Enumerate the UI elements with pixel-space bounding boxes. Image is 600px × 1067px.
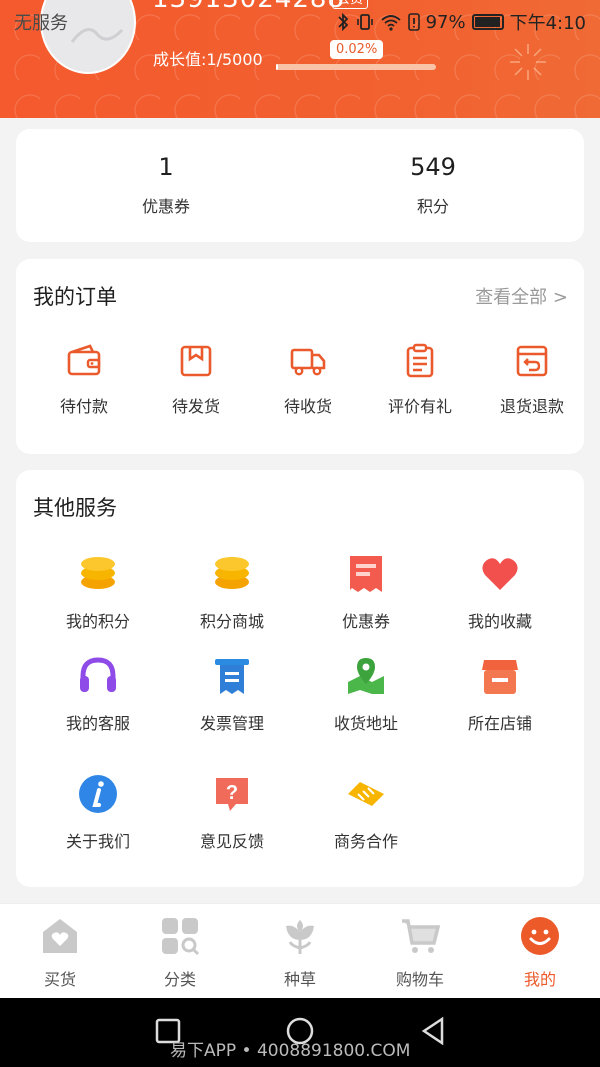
vibrate-icon — [356, 14, 373, 30]
truck-icon — [290, 348, 326, 376]
tab-cart[interactable]: 购物车 — [360, 916, 480, 990]
service-points-mall[interactable]: 积分商城 — [165, 554, 299, 632]
wallet-icon — [67, 344, 101, 376]
service-label: 所在店铺 — [467, 714, 532, 733]
service-label: 收货地址 — [333, 714, 398, 733]
points-count: 549 — [410, 153, 456, 181]
order-item-label: 待发货 — [171, 397, 220, 416]
service-favorites[interactable]: 我的收藏 — [433, 554, 567, 632]
wifi-icon — [380, 15, 401, 31]
coupon-stat[interactable]: 1 优惠券 — [86, 153, 246, 217]
svg-text:?: ? — [226, 782, 238, 804]
tab-buy[interactable]: 买货 — [0, 916, 120, 990]
handshake-icon — [348, 782, 384, 806]
order-refund[interactable]: 退货退款 — [480, 343, 584, 417]
clock: 下午4:10 — [509, 13, 586, 34]
alert-icon — [407, 13, 420, 31]
tab-category[interactable]: 分类 — [120, 916, 240, 990]
orders-card: 我的订单 查看全部 > 待付款 待发货 待收货 评价有礼 退货退款 — [16, 259, 584, 454]
grid-search-icon — [162, 918, 200, 956]
tab-label: 分类 — [163, 970, 196, 989]
coins-icon — [81, 557, 115, 589]
battery-percent: 97% — [425, 11, 466, 33]
service-label: 优惠券 — [341, 612, 390, 631]
growth-percent-tooltip: 0.02% — [330, 40, 384, 59]
heart-icon — [482, 558, 518, 590]
service-label: 发票管理 — [199, 714, 264, 733]
order-pending-shipment[interactable]: 待发货 — [144, 343, 248, 417]
bluetooth-icon — [337, 13, 348, 31]
firework-decoration-icon — [510, 44, 546, 80]
status-bar: 无服务 97% 下午4:10 — [0, 0, 600, 40]
coins-stack-icon — [215, 557, 249, 589]
order-item-label: 待付款 — [59, 397, 108, 416]
order-pending-payment[interactable]: 待付款 — [32, 343, 136, 417]
service-label: 积分商城 — [199, 612, 264, 631]
coupon-icon — [350, 556, 382, 592]
tab-discover[interactable]: 种草 — [240, 916, 360, 990]
map-pin-icon — [348, 658, 384, 694]
service-coupons[interactable]: 优惠券 — [299, 554, 433, 632]
view-all-orders-link[interactable]: 查看全部 > — [475, 283, 568, 309]
services-title: 其他服务 — [33, 496, 117, 520]
points-label: 积分 — [416, 197, 449, 216]
smile-icon — [521, 917, 559, 955]
service-store[interactable]: 所在店铺 — [433, 656, 567, 734]
points-stat[interactable]: 549 积分 — [353, 153, 513, 217]
service-label: 我的客服 — [65, 714, 130, 733]
status-icons: 97% 下午4:10 — [336, 9, 586, 35]
growth-label: 成长值:1/5000 — [153, 50, 263, 69]
service-label: 意见反馈 — [199, 832, 264, 851]
cart-icon — [402, 919, 441, 953]
order-pending-receipt[interactable]: 待收货 — [256, 343, 360, 417]
service-my-points[interactable]: 我的积分 — [31, 554, 165, 632]
watermark: 易下APP • 4008891800.COM — [170, 1041, 411, 1061]
service-about-us[interactable]: 关于我们 — [31, 774, 165, 852]
service-customer-support[interactable]: 我的客服 — [31, 656, 165, 734]
order-item-label: 评价有礼 — [387, 397, 452, 416]
clipboard-icon — [406, 343, 434, 378]
return-box-icon — [516, 345, 548, 377]
bottom-tab-bar: 买货 分类 种草 购物车 我的 — [0, 903, 600, 998]
tab-mine[interactable]: 我的 — [480, 916, 600, 990]
battery-icon — [471, 14, 504, 30]
flower-icon — [286, 920, 314, 954]
back-button-icon[interactable] — [420, 1016, 446, 1046]
profile-header: 13913024288 会员 无服务 97% 下午4:10 成长值:1/5000… — [0, 0, 600, 118]
coupon-label: 优惠券 — [141, 197, 190, 216]
box-icon — [180, 345, 212, 377]
tab-label: 买货 — [43, 970, 76, 989]
tab-label: 购物车 — [395, 970, 444, 989]
order-item-label: 退货退款 — [499, 397, 564, 416]
orders-title: 我的订单 — [33, 285, 117, 309]
growth-progress-bar — [276, 64, 436, 70]
service-label: 我的收藏 — [467, 612, 532, 631]
service-invoice[interactable]: 发票管理 — [165, 656, 299, 734]
growth-progress-fill — [276, 64, 278, 70]
stats-card: 1 优惠券 549 积分 — [16, 129, 584, 242]
order-review[interactable]: 评价有礼 — [368, 343, 472, 417]
order-item-label: 待收货 — [283, 397, 332, 416]
invoice-icon — [215, 659, 249, 694]
system-navigation-bar: 易下APP • 4008891800.COM — [0, 998, 600, 1067]
service-business-cooperation[interactable]: 商务合作 — [299, 774, 433, 852]
tab-label: 种草 — [283, 970, 316, 989]
service-label: 商务合作 — [333, 832, 398, 851]
carrier-label: 无服务 — [14, 13, 68, 34]
service-address[interactable]: 收货地址 — [299, 656, 433, 734]
headset-icon — [80, 657, 116, 692]
services-card: 其他服务 我的积分 积分商城 优惠券 我的收藏 我的客服 发票管理 收货地址 所… — [16, 470, 584, 887]
tab-label: 我的 — [523, 970, 556, 989]
coupon-count: 1 — [158, 153, 174, 181]
store-icon — [482, 660, 518, 694]
info-icon — [79, 775, 117, 813]
home-heart-icon — [43, 919, 77, 953]
question-icon: ? — [216, 778, 248, 811]
service-label: 我的积分 — [65, 612, 130, 631]
service-label: 关于我们 — [65, 832, 130, 851]
service-feedback[interactable]: ? 意见反馈 — [165, 774, 299, 852]
order-status-row: 待付款 待发货 待收货 评价有礼 退货退款 — [16, 343, 584, 417]
